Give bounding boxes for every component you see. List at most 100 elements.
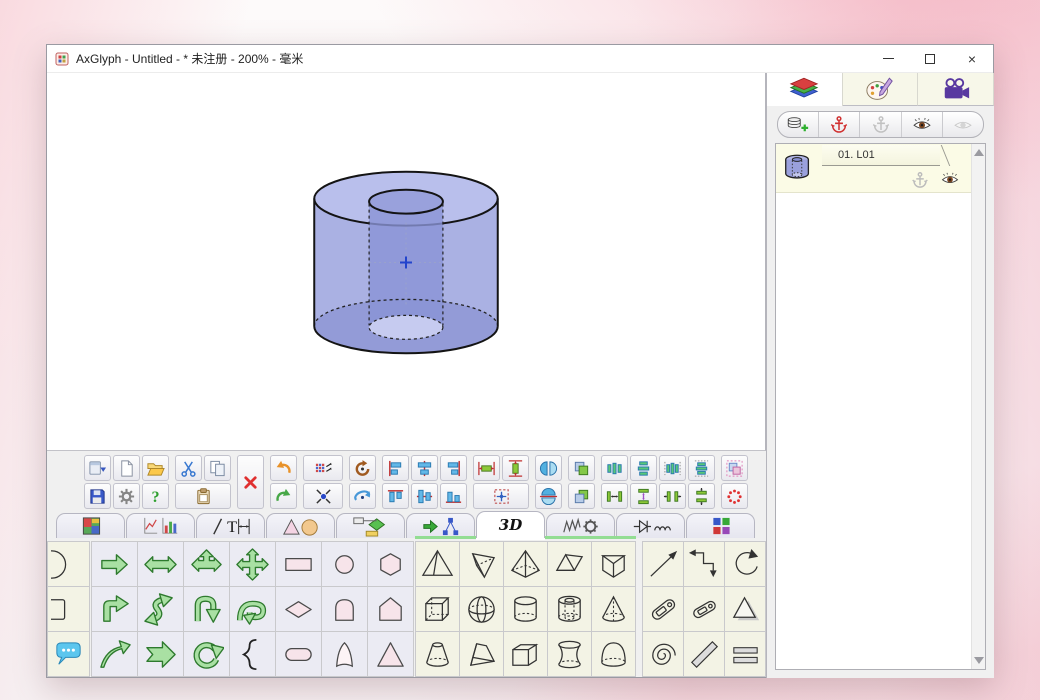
- palette-shape-spiral[interactable]: [643, 632, 683, 676]
- palette-shape-shape-triangle[interactable]: [368, 632, 413, 676]
- send-back-button[interactable]: [568, 483, 595, 509]
- anchor-down-button[interactable]: [860, 112, 901, 137]
- palette-shape-arrow-zigzag[interactable]: [684, 542, 724, 586]
- palette-shape-shape-circle[interactable]: [322, 542, 367, 586]
- dist-v-button[interactable]: [630, 455, 657, 481]
- palette-shape-sphere[interactable]: [460, 587, 503, 631]
- grid-snap-button[interactable]: [303, 455, 343, 481]
- eye-off-button[interactable]: [943, 112, 983, 137]
- app-menu-button[interactable]: [84, 455, 111, 481]
- title-bar[interactable]: AxGlyph - Untitled - * 未注册 - 200% - 毫米 ×: [47, 45, 993, 73]
- align-bottom-button[interactable]: [440, 483, 467, 509]
- palette-shape-speech-bubble[interactable]: [48, 632, 89, 676]
- bring-front-button[interactable]: [568, 455, 595, 481]
- palette-shape-arrow-three-way[interactable]: [184, 542, 229, 586]
- align-top-button[interactable]: [382, 483, 409, 509]
- palette-shape-shape-arch[interactable]: [322, 587, 367, 631]
- tab-basic-shapes[interactable]: [266, 513, 335, 538]
- palette-shape-pyramid[interactable]: [504, 542, 547, 586]
- palette-shape-arrow-notched[interactable]: [138, 632, 183, 676]
- tab-three-d[interactable]: 3D: [476, 511, 545, 538]
- undo-button[interactable]: [270, 455, 297, 481]
- palette-shape-shape-pointed-arch[interactable]: [322, 632, 367, 676]
- maximize-button[interactable]: [909, 45, 951, 72]
- palette-shape-arrow-corner[interactable]: [92, 587, 137, 631]
- palette-shape-cylinder[interactable]: [504, 587, 547, 631]
- palette-shape-dome[interactable]: [592, 632, 635, 676]
- panel-tab-camera[interactable]: [918, 73, 994, 106]
- drawing-canvas[interactable]: [47, 73, 766, 451]
- dots-ring-button[interactable]: [721, 483, 748, 509]
- palette-shape-arrow-loop[interactable]: [230, 587, 275, 631]
- layer-item[interactable]: 01. L01: [776, 144, 971, 193]
- palette-shape-frustum[interactable]: [416, 632, 459, 676]
- dist-h-edge-button[interactable]: [659, 455, 686, 481]
- gap-h-button[interactable]: [601, 483, 628, 509]
- same-width-button[interactable]: [473, 455, 500, 481]
- tab-blocks[interactable]: [686, 513, 755, 538]
- delete-button[interactable]: [237, 455, 264, 509]
- tab-spring-gear[interactable]: [546, 513, 615, 538]
- palette-shape-triangle-shadow[interactable]: [725, 587, 765, 631]
- palette-shape-arrow-diagonal[interactable]: [643, 542, 683, 586]
- minimize-button[interactable]: [867, 45, 909, 72]
- palette-shape-cone[interactable]: [592, 587, 635, 631]
- tab-electronics[interactable]: [616, 513, 685, 538]
- palette-shape-shape-rect[interactable]: [276, 542, 321, 586]
- palette-shape-shape-pentagon[interactable]: [368, 587, 413, 631]
- align-center-h-button[interactable]: [411, 455, 438, 481]
- palette-shape-cube[interactable]: [416, 587, 459, 631]
- gap-v2-button[interactable]: [688, 483, 715, 509]
- scroll-down-icon[interactable]: [974, 657, 984, 664]
- panel-tab-palette[interactable]: [843, 73, 919, 106]
- palette-shape-shape-diamond[interactable]: [276, 587, 321, 631]
- new-document-button[interactable]: [113, 455, 140, 481]
- tab-charts[interactable]: [126, 513, 195, 538]
- align-left-button[interactable]: [382, 455, 409, 481]
- palette-shape-arrow-four-way[interactable]: [230, 542, 275, 586]
- anchor-button[interactable]: [819, 112, 860, 137]
- tab-image[interactable]: [56, 513, 125, 538]
- add-layer-button[interactable]: [778, 112, 819, 137]
- same-height-button[interactable]: [502, 455, 529, 481]
- align-right-button[interactable]: [440, 455, 467, 481]
- center-page-button[interactable]: [473, 483, 529, 509]
- palette-shape-hyperboloid[interactable]: [548, 632, 591, 676]
- palette-shape-marker-pen[interactable]: [643, 587, 683, 631]
- palette-shape-thick-line[interactable]: [684, 632, 724, 676]
- palette-shape-prism-vertical[interactable]: [592, 542, 635, 586]
- palette-shape-arrow-u-turn[interactable]: [184, 587, 229, 631]
- save-button[interactable]: [84, 483, 111, 509]
- help-button[interactable]: ?: [142, 483, 169, 509]
- palette-shape-arrow-swoosh[interactable]: [92, 632, 137, 676]
- flip-h-button[interactable]: [535, 455, 562, 481]
- close-button[interactable]: ×: [951, 45, 993, 72]
- settings-button[interactable]: [113, 483, 140, 509]
- layer-scrollbar[interactable]: [971, 144, 985, 669]
- layer-anchor-icon[interactable]: [909, 171, 929, 189]
- paste-button[interactable]: [175, 483, 231, 509]
- flip-v-button[interactable]: [535, 483, 562, 509]
- palette-shape-arrow-right[interactable]: [92, 542, 137, 586]
- palette-shape-frustum-skewed[interactable]: [460, 632, 503, 676]
- palette-shape-shape-hexagon[interactable]: [368, 542, 413, 586]
- palette-shape-tetrahedron[interactable]: [416, 542, 459, 586]
- palette-shape-ellipse-partial[interactable]: [48, 542, 89, 586]
- dist-h-button[interactable]: [601, 455, 628, 481]
- open-button[interactable]: [142, 455, 169, 481]
- palette-shape-arrow-rotate[interactable]: [184, 632, 229, 676]
- palette-shape-double-bars[interactable]: [725, 632, 765, 676]
- palette-shape-arrow-s-curve[interactable]: [138, 587, 183, 631]
- group-button[interactable]: [721, 455, 748, 481]
- panel-tab-layers[interactable]: [767, 73, 843, 106]
- palette-shape-marker-pen-2[interactable]: [684, 587, 724, 631]
- palette-shape-prism-horizontal[interactable]: [548, 542, 591, 586]
- tab-draw-text[interactable]: T: [196, 513, 265, 538]
- palette-shape-cuboid[interactable]: [504, 632, 547, 676]
- eye-button[interactable]: [902, 112, 943, 137]
- rotate-tilt-button[interactable]: [349, 483, 376, 509]
- scroll-up-icon[interactable]: [974, 149, 984, 156]
- redo-button[interactable]: [270, 483, 297, 509]
- palette-shape-shape-capsule[interactable]: [276, 632, 321, 676]
- gap-h2-button[interactable]: [659, 483, 686, 509]
